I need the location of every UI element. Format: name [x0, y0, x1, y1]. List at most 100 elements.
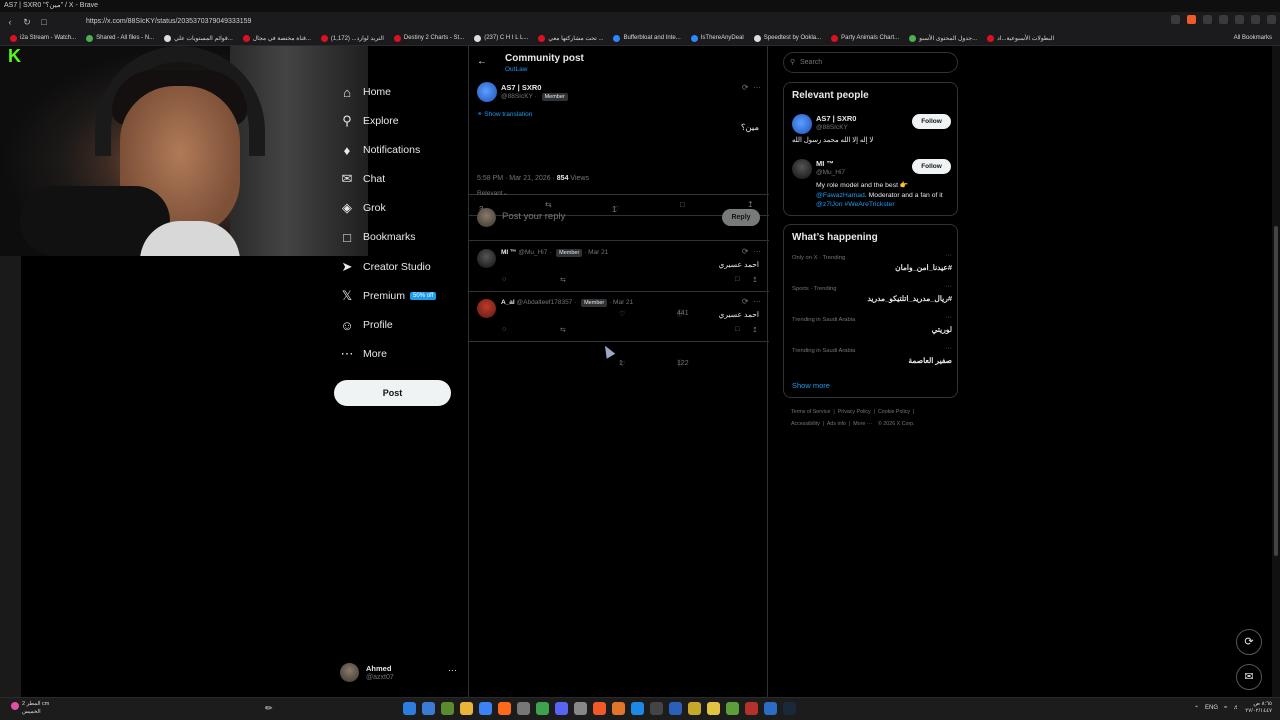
post-button[interactable]: Post	[334, 380, 451, 406]
reload-icon[interactable]: ↻	[20, 15, 34, 29]
more-dots-icon[interactable]: ···	[945, 314, 952, 321]
bookmark-item[interactable]: IsThereAnyDeal	[690, 34, 744, 42]
more-dots-icon[interactable]: ···	[945, 252, 952, 259]
reply-menu[interactable]: ⟳ ···	[742, 297, 761, 306]
weather-widget[interactable]: المطر 2 cm الخميس	[11, 700, 49, 716]
more-dots-icon[interactable]: ···	[448, 665, 457, 675]
tray-chevron-icon[interactable]: ⌃	[1194, 705, 1199, 712]
footer-link[interactable]: Accessibility	[791, 421, 820, 427]
repost-icon[interactable]: ⇆	[560, 276, 566, 284]
pen-icon[interactable]: ✏	[265, 703, 273, 714]
bookmark-item[interactable]: التريد لوارد... (1,172)	[320, 34, 384, 42]
footer-link[interactable]: Cookie Policy	[878, 409, 910, 415]
grok-icon[interactable]: ⟳	[742, 297, 749, 306]
bookmark-item[interactable]: Party Animals Chart...	[831, 34, 899, 42]
bookmark-item[interactable]: قوائم المستويات علي...	[164, 34, 233, 42]
reply-item[interactable]: A_al @Abdalteef178357 · Member · Mar 21 …	[469, 292, 769, 368]
bookmark-item[interactable]: Shared - All files - N...	[86, 34, 154, 42]
wifi-icon[interactable]: ≈	[1224, 705, 1227, 711]
volume-icon[interactable]: ♬	[1233, 705, 1239, 711]
post-menu[interactable]: ⟳ ···	[742, 83, 761, 92]
share-icon[interactable]: ↥	[752, 326, 758, 334]
reply-icon[interactable]: ○	[502, 276, 506, 283]
app-icon[interactable]	[612, 702, 625, 715]
bookmark-item[interactable]: Bufferbloat and Inte...	[613, 34, 681, 42]
app-icon[interactable]	[745, 702, 758, 715]
avatar[interactable]	[477, 299, 496, 318]
extension-icon[interactable]	[1219, 15, 1228, 24]
reply-button[interactable]: Reply	[722, 209, 760, 226]
more-dots-icon[interactable]: ···	[753, 247, 761, 256]
minecraft-icon[interactable]	[441, 702, 454, 715]
all-bookmarks-button[interactable]: All Bookmarks	[1234, 31, 1272, 45]
grok-fab-icon[interactable]: ⟳	[1236, 629, 1262, 655]
nav-item-explore[interactable]: ⚲ Explore	[335, 109, 398, 133]
more-dots-icon[interactable]: ···	[753, 83, 761, 92]
follow-button[interactable]: Follow	[912, 114, 951, 129]
brave-icon[interactable]	[593, 702, 606, 715]
follow-button[interactable]: Follow	[912, 159, 951, 174]
app-icon[interactable]	[707, 702, 720, 715]
trend-item[interactable]: Trending in Saudi Arabia ··· لوريتي	[792, 314, 952, 347]
search-input[interactable]: ⚲ Search	[783, 52, 958, 73]
app-icon[interactable]	[764, 702, 777, 715]
clock[interactable]: ٨:٦٥ ص ٢٧/٠٢/١٤٤٧	[1245, 701, 1272, 715]
extension-icon[interactable]	[1171, 15, 1180, 24]
bookmark-item[interactable]: Destiny 2 Charts - St...	[393, 34, 464, 42]
reply-input[interactable]: Post your reply	[502, 211, 565, 222]
nav-item-grok[interactable]: ◈ Grok	[335, 196, 386, 220]
mention-link[interactable]: @FawazHamad	[816, 192, 865, 199]
app-icon[interactable]	[536, 702, 549, 715]
trend-item[interactable]: Trending in Saudi Arabia ··· صفير العاصم…	[792, 345, 952, 378]
person-name[interactable]: AS7 | SXR0	[816, 114, 856, 123]
more-dots-icon[interactable]: ···	[945, 345, 952, 352]
show-more-link[interactable]: Show more	[792, 381, 830, 390]
person-name[interactable]: MI ™	[816, 159, 834, 168]
account-switcher[interactable]: Ahmed @azxt07 ···	[340, 662, 465, 686]
bookmark-item[interactable]: (237) C H I L L...	[474, 34, 528, 42]
bookmark-item[interactable]: البطولات الأسبوعية...اد	[987, 34, 1054, 42]
footer-link[interactable]: Ads info	[827, 421, 846, 427]
avatar[interactable]	[792, 114, 812, 134]
trend-item[interactable]: Only on X · Trending ··· #عيدنا_امن_واما…	[792, 252, 952, 285]
footer-link[interactable]: Privacy Policy	[838, 409, 871, 415]
avatar[interactable]	[477, 82, 497, 102]
extension-icon[interactable]	[1203, 15, 1212, 24]
footer-link[interactable]: Terms of Service	[791, 409, 830, 415]
bookmark-item[interactable]: قناة مختصة في مجال...	[242, 34, 311, 42]
nav-item-premium[interactable]: 𝕏 Premium 50% off	[335, 284, 437, 308]
bookmark-page-icon[interactable]: □	[37, 15, 51, 29]
scrollbar-thumb[interactable]	[1274, 226, 1278, 556]
post-author-name[interactable]: AS7 | SXR0	[501, 83, 541, 92]
footer-link[interactable]: More ···	[853, 421, 872, 427]
reply-item[interactable]: MI ™ @Mu_Hi7 · Member · Mar 21 ⟳ ··· احم…	[469, 242, 769, 318]
grok-icon[interactable]: ⟳	[742, 83, 749, 92]
show-translation-link[interactable]: ⚭ Show translation	[477, 110, 532, 118]
grok-icon[interactable]: ⟳	[742, 247, 749, 256]
nav-item-profile[interactable]: ☺ Profile	[335, 313, 392, 337]
chat-fab-icon[interactable]: ✉	[1236, 664, 1262, 690]
page-scrollbar[interactable]	[1272, 46, 1280, 697]
task-view-icon[interactable]	[422, 702, 435, 715]
app-icon[interactable]	[688, 702, 701, 715]
bookmark-item[interactable]: جدول المحتوى الأسبو...	[909, 34, 977, 42]
bookmark-item[interactable]: Speedtest by Ookla...	[753, 34, 821, 42]
avatar[interactable]	[792, 159, 812, 179]
reply-sort-dropdown[interactable]: Relevant⌄	[477, 189, 508, 197]
nav-item-notifications[interactable]: ♦ Notifications	[335, 138, 421, 162]
app-icon[interactable]	[517, 702, 530, 715]
community-link[interactable]: OutLaw	[505, 66, 527, 73]
reply-menu[interactable]: ⟳ ···	[742, 247, 761, 256]
app-icon[interactable]	[650, 702, 663, 715]
trend-item[interactable]: Sports · Trending ··· #ريال_مدريد_اتلتيك…	[792, 283, 952, 316]
repost-icon[interactable]: ⇆	[560, 326, 566, 334]
firefox-icon[interactable]	[498, 702, 511, 715]
nav-item-more[interactable]: ⋯ More	[335, 342, 387, 366]
nav-item-home[interactable]: ⌂ Home	[335, 80, 391, 104]
app-icon[interactable]	[574, 702, 587, 715]
nav-item-bookmarks[interactable]: □ Bookmarks	[335, 225, 415, 249]
bookmark-item[interactable]: تحت مشاركتها معي ...	[538, 34, 603, 42]
brave-shields-icon[interactable]	[1187, 15, 1196, 24]
extension-icon[interactable]	[1235, 15, 1244, 24]
reply-icon[interactable]: ○	[502, 326, 506, 333]
